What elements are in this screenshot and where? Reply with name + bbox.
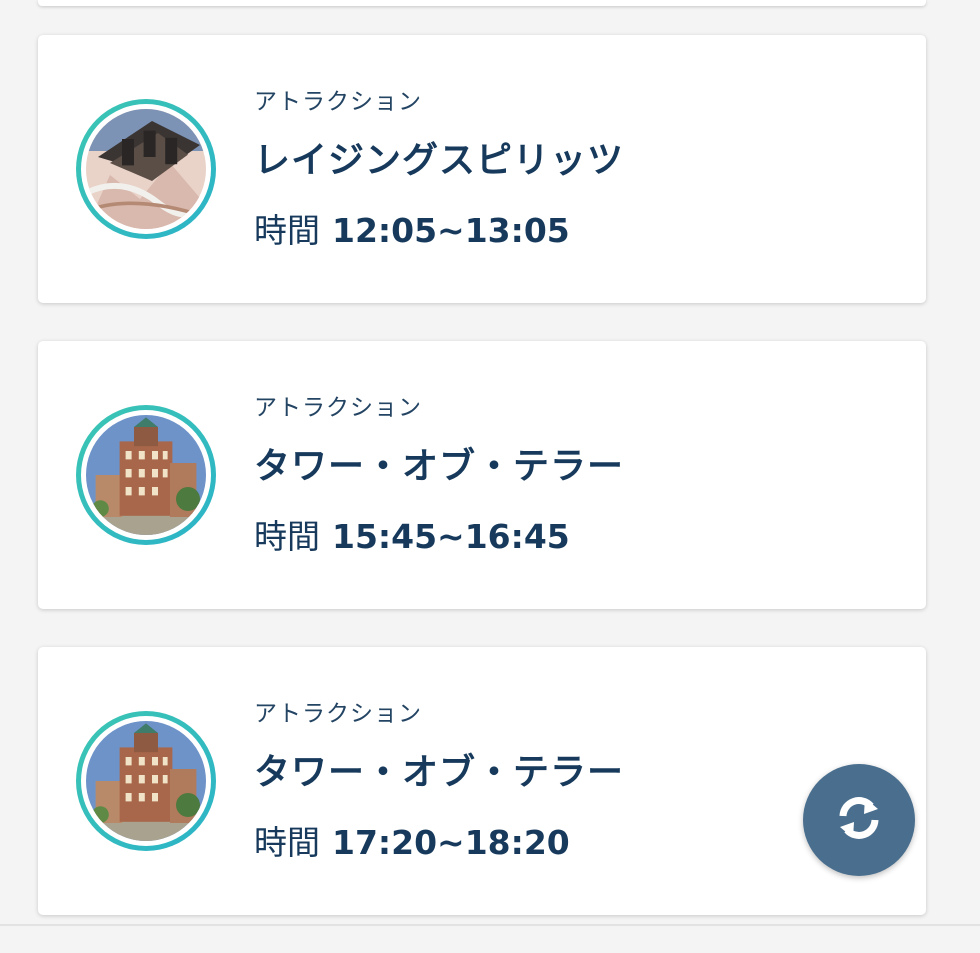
- coaster-photo: [86, 109, 206, 229]
- time-row: 時間 15:45~16:45: [254, 515, 624, 559]
- attraction-card[interactable]: アトラクション レイジングスピリッツ 時間 12:05~13:05: [38, 35, 926, 303]
- time-label: 時間: [254, 211, 320, 250]
- avatar: [76, 711, 216, 851]
- card-title: レイジングスピリッツ: [254, 140, 625, 181]
- time-value: 17:20~18:20: [332, 823, 570, 862]
- attraction-card[interactable]: アトラクション タワー・オブ・テラー 時間 15:45~16:45: [38, 341, 926, 609]
- card-category: アトラクション: [254, 395, 422, 421]
- tower-photo: [86, 415, 206, 535]
- previous-card-edge: [38, 0, 926, 6]
- time-value: 12:05~13:05: [332, 211, 570, 250]
- attraction-card[interactable]: アトラクション タワー・オブ・テラー 時間 17:20~18:20: [38, 647, 926, 915]
- refresh-button[interactable]: [803, 764, 915, 876]
- page: アトラクション レイジングスピリッツ 時間 12:05~13:05 アトラクショ…: [0, 0, 980, 953]
- time-row: 時間 17:20~18:20: [254, 821, 624, 865]
- time-row: 時間 12:05~13:05: [254, 209, 624, 253]
- card-category: アトラクション: [254, 89, 422, 115]
- avatar: [76, 99, 216, 239]
- avatar: [76, 405, 216, 545]
- refresh-icon: [831, 790, 887, 850]
- card-title: タワー・オブ・テラー: [254, 752, 625, 793]
- time-label: 時間: [254, 517, 320, 556]
- bottom-divider: [0, 924, 980, 926]
- tower-photo: [86, 721, 206, 841]
- card-category: アトラクション: [254, 701, 422, 727]
- time-value: 15:45~16:45: [332, 517, 570, 556]
- card-title: タワー・オブ・テラー: [254, 446, 625, 487]
- time-label: 時間: [254, 823, 320, 862]
